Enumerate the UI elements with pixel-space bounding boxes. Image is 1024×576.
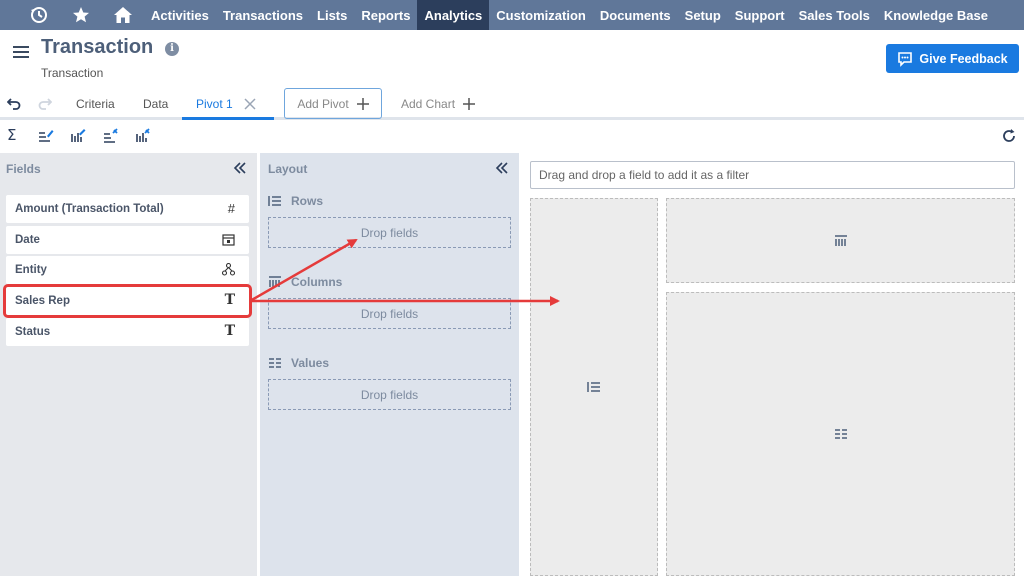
tab-criteria[interactable]: Criteria [76, 97, 115, 111]
field-status[interactable]: Status T [6, 318, 249, 346]
columns-icon [269, 276, 281, 287]
close-tab-icon[interactable] [244, 97, 256, 115]
undo-icon[interactable] [6, 96, 21, 115]
field-label: Amount (Transaction Total) [15, 203, 164, 215]
layout-panel-header: Layout [260, 153, 519, 184]
nav-setup[interactable]: Setup [678, 0, 728, 30]
nav-documents[interactable]: Documents [593, 0, 678, 30]
layout-panel: Layout Rows Drop fields Columns Drop fie… [260, 153, 519, 576]
rows-icon [268, 196, 281, 206]
calendar-icon [222, 233, 235, 249]
sigma-icon[interactable]: Σ [7, 126, 16, 144]
field-label: Sales Rep [15, 295, 70, 307]
rows-dropzone[interactable]: Drop fields [268, 217, 511, 248]
columns-icon [834, 234, 847, 246]
values-drop-placeholder: Drop fields [360, 387, 419, 402]
columns-dropzone[interactable]: Drop fields [268, 298, 511, 329]
fields-panel-header: Fields [0, 153, 257, 184]
columns-section-label: Columns [268, 275, 342, 289]
values-label: Values [291, 356, 330, 370]
redo-icon[interactable] [38, 96, 53, 115]
collapse-left-icon[interactable] [495, 161, 509, 178]
values-icon [269, 358, 281, 368]
field-label: Status [15, 326, 51, 338]
field-amount[interactable]: Amount (Transaction Total) # [6, 195, 249, 223]
add-pivot-label: Add Pivot [297, 96, 349, 111]
values-section-label: Values [268, 356, 329, 370]
refresh-icon[interactable] [1002, 129, 1016, 148]
hierarchy-icon [221, 262, 236, 279]
fields-panel-title: Fields [6, 161, 41, 176]
rows-label: Rows [291, 194, 324, 208]
tab-pivot-1[interactable]: Pivot 1 [196, 97, 233, 111]
nav-lists[interactable]: Lists [310, 0, 354, 30]
nav-analytics[interactable]: Analytics [417, 0, 490, 30]
text-icon: T [224, 292, 235, 308]
field-date[interactable]: Date [6, 226, 249, 254]
rows-icon [587, 382, 600, 392]
tab-bar: Criteria Data Pivot 1 Add Pivot Add Char… [0, 88, 1024, 120]
tab-data[interactable]: Data [143, 97, 168, 111]
collapse-left-icon[interactable] [233, 161, 247, 178]
pin-columns-icon[interactable] [135, 128, 151, 149]
nav-transactions[interactable]: Transactions [216, 0, 310, 30]
edit-rows-icon[interactable] [38, 128, 54, 149]
layout-panel-title: Layout [268, 161, 308, 176]
add-pivot-button[interactable]: Add Pivot [284, 88, 382, 119]
field-entity[interactable]: Entity [6, 256, 249, 284]
rows-area[interactable] [530, 198, 658, 576]
give-feedback-label: Give Feedback [919, 51, 1008, 66]
add-chart-button[interactable]: Add Chart [401, 97, 476, 111]
recent-icon[interactable] [18, 0, 60, 30]
active-tab-indicator [182, 117, 274, 120]
top-navigation: Activities Transactions Lists Reports An… [0, 0, 1024, 30]
nav-knowledge-base[interactable]: Knowledge Base [877, 0, 995, 30]
nav-sales-tools[interactable]: Sales Tools [792, 0, 877, 30]
page-title: Transaction [41, 36, 154, 58]
nav-activities[interactable]: Activities [144, 0, 216, 30]
fields-panel: Fields Amount (Transaction Total) # Date… [0, 153, 257, 576]
give-feedback-button[interactable]: Give Feedback [886, 44, 1019, 73]
hash-icon: # [227, 201, 235, 216]
nav-reports[interactable]: Reports [354, 0, 417, 30]
values-dropzone[interactable]: Drop fields [268, 379, 511, 410]
values-icon [834, 429, 847, 439]
columns-label: Columns [291, 275, 343, 289]
columns-drop-placeholder: Drop fields [360, 306, 419, 321]
feedback-icon [898, 51, 913, 67]
page-subtitle: Transaction [41, 66, 104, 80]
plus-icon [463, 98, 476, 110]
edit-columns-icon[interactable] [70, 128, 86, 149]
filter-dropzone[interactable]: Drag and drop a field to add it as a fil… [530, 161, 1015, 189]
pivot-toolbar: Σ [0, 122, 1024, 152]
pin-rows-icon[interactable] [103, 128, 119, 149]
hamburger-menu-icon[interactable] [13, 46, 29, 60]
nav-customization[interactable]: Customization [489, 0, 593, 30]
field-label: Date [15, 234, 40, 246]
filter-placeholder: Drag and drop a field to add it as a fil… [539, 168, 750, 182]
nav-support[interactable]: Support [728, 0, 792, 30]
add-chart-label: Add Chart [401, 97, 456, 111]
home-icon[interactable] [102, 0, 144, 30]
star-icon[interactable] [60, 0, 102, 30]
field-sales-rep[interactable]: Sales Rep T [3, 284, 252, 318]
field-label: Entity [15, 264, 47, 276]
text-icon: T [224, 323, 235, 339]
rows-drop-placeholder: Drop fields [360, 225, 419, 240]
pivot-canvas: Drag and drop a field to add it as a fil… [521, 153, 1024, 576]
rows-section-label: Rows [268, 194, 323, 208]
plus-icon [356, 97, 369, 110]
values-area[interactable] [666, 292, 1015, 576]
columns-area[interactable] [666, 198, 1015, 283]
info-icon[interactable]: i [165, 42, 179, 56]
